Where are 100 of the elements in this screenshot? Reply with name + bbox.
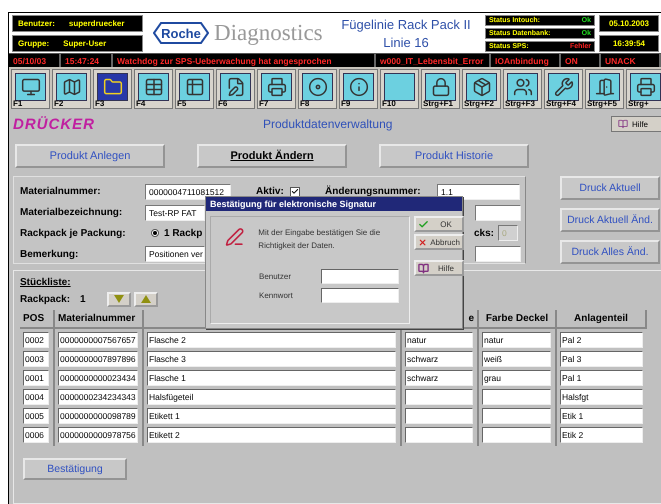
field-label: Rackpack: bbox=[20, 294, 72, 304]
tab[interactable]: Produkt Historie bbox=[379, 144, 529, 168]
column-header: Materialnummer bbox=[55, 310, 142, 329]
function-key-button[interactable]: Strg+F4 bbox=[544, 69, 583, 109]
function-key-button[interactable]: F4 bbox=[134, 69, 173, 109]
table-cell[interactable]: Etikett 2 bbox=[147, 427, 396, 443]
tab[interactable]: Produkt Ändern bbox=[197, 144, 347, 168]
wrench-icon bbox=[554, 77, 574, 97]
function-key-button[interactable]: F10 bbox=[380, 69, 419, 109]
table-cell[interactable]: Flasche 1 bbox=[147, 370, 396, 386]
group-display: Gruppe: Super-User bbox=[12, 34, 143, 52]
field-label: Materialnummer: bbox=[20, 186, 102, 198]
field-label: Kennwort bbox=[259, 290, 294, 300]
input-field[interactable]: Positionen ver bbox=[145, 246, 205, 262]
printer-icon bbox=[266, 77, 286, 97]
function-key-button[interactable]: F5 bbox=[175, 69, 214, 109]
table-cell[interactable] bbox=[482, 408, 551, 424]
dialog-title: Bestätigung für elektronische Signatur bbox=[206, 197, 462, 211]
table-cell[interactable]: Halsfgt bbox=[560, 389, 643, 405]
table-cell[interactable]: 0000000000023434 bbox=[58, 370, 138, 386]
checkbox[interactable] bbox=[290, 186, 300, 197]
table-cell[interactable]: 0002 bbox=[23, 332, 49, 348]
function-key-button[interactable]: F9 bbox=[339, 69, 378, 109]
function-key-button[interactable]: F8 bbox=[298, 69, 337, 109]
table-cell[interactable]: Pal 1 bbox=[560, 370, 643, 386]
function-key-button[interactable]: Strg+F2 bbox=[462, 69, 501, 109]
table-cell[interactable]: Flasche 2 bbox=[147, 332, 396, 348]
table-cell[interactable]: schwarz bbox=[405, 351, 473, 367]
tab[interactable]: Produkt Anlegen bbox=[15, 144, 165, 168]
print-button[interactable]: Druck Aktuell Änd. bbox=[560, 208, 660, 232]
input-field[interactable] bbox=[321, 288, 399, 303]
column-header: POS bbox=[20, 310, 53, 329]
dialog-button[interactable]: Abbruch bbox=[414, 234, 464, 250]
print-button[interactable]: Druck Aktuell bbox=[560, 176, 660, 200]
table-cell[interactable] bbox=[482, 389, 551, 405]
brand-logo: DRÜCKER bbox=[13, 116, 96, 132]
table-cell[interactable]: weiß bbox=[482, 351, 551, 367]
function-key-button[interactable]: Strg+ bbox=[626, 69, 661, 109]
field-label: Rackpack je Packung: bbox=[20, 228, 127, 239]
table-cell[interactable]: 0000000007897896 bbox=[58, 351, 138, 367]
line-title: Fügelinie Rack Pack II bbox=[341, 16, 471, 32]
table-cell[interactable]: schwarz bbox=[405, 370, 473, 386]
print-button[interactable]: Druck Alles Änd. bbox=[560, 240, 660, 264]
check-icon bbox=[418, 218, 429, 230]
table-cell[interactable]: 0000000000098789 bbox=[58, 408, 138, 424]
disc-icon bbox=[308, 77, 328, 97]
table-cell[interactable] bbox=[405, 408, 473, 424]
logo-badge: Roche bbox=[153, 21, 209, 45]
table-cell[interactable]: 0000000000978756 bbox=[58, 427, 138, 443]
input-field[interactable] bbox=[475, 204, 521, 221]
table-cell[interactable] bbox=[405, 427, 473, 443]
confirm-button[interactable]: Bestätigung bbox=[23, 458, 127, 480]
table-cell[interactable]: 0003 bbox=[23, 351, 49, 367]
monitor-icon bbox=[20, 77, 40, 97]
info-icon bbox=[348, 77, 368, 97]
input-field[interactable] bbox=[321, 268, 399, 284]
table-cell[interactable] bbox=[482, 427, 551, 443]
function-key-button[interactable]: F1 bbox=[11, 69, 50, 109]
function-key-button[interactable]: Strg+F1 bbox=[421, 69, 460, 109]
input-field[interactable]: 0000004711081512 bbox=[145, 184, 231, 200]
table-cell[interactable]: Etik 2 bbox=[560, 427, 643, 443]
field-label: Aktiv: bbox=[256, 186, 285, 198]
table-cell[interactable]: Etik 1 bbox=[560, 408, 643, 424]
table-cell[interactable]: 0005 bbox=[23, 408, 49, 424]
input-field[interactable] bbox=[475, 246, 521, 262]
table-cell[interactable]: 0000000007567657 bbox=[58, 332, 138, 348]
rackpack-value: 1 bbox=[79, 294, 87, 304]
help-button[interactable]: Hilfe bbox=[611, 116, 661, 132]
folder-icon bbox=[102, 77, 122, 97]
dialog-button[interactable]: OK bbox=[414, 216, 464, 232]
function-key-button[interactable]: Strg+F3 bbox=[503, 69, 542, 109]
package-icon bbox=[472, 77, 492, 97]
table-cell[interactable]: Halsfügeteil bbox=[147, 389, 396, 405]
radio-label: 1 Rackp bbox=[164, 228, 204, 239]
table-cell[interactable]: 0001 bbox=[23, 370, 49, 386]
input-field[interactable]: Test-RP FAT bbox=[145, 204, 205, 221]
table-cell[interactable]: grau bbox=[482, 370, 551, 386]
table-cell[interactable]: natur bbox=[405, 332, 473, 348]
function-key-button[interactable]: Strg+F5 bbox=[585, 69, 624, 109]
table-cell[interactable]: Pal 2 bbox=[560, 332, 643, 348]
down-button[interactable] bbox=[107, 292, 131, 306]
table-cell[interactable]: 0004 bbox=[23, 389, 49, 405]
time-display: 16:39:54 bbox=[599, 34, 659, 52]
function-key-button[interactable]: F2 bbox=[52, 69, 91, 109]
function-key-button[interactable]: F7 bbox=[257, 69, 296, 109]
function-key-button[interactable]: F3 bbox=[93, 69, 132, 109]
field-label: Materialbezeichnung: bbox=[20, 207, 124, 218]
dialog-button[interactable]: Hilfe bbox=[414, 260, 464, 276]
table-cell[interactable]: natur bbox=[482, 332, 551, 348]
table-cell[interactable]: 0000000234234343 bbox=[58, 389, 138, 405]
table-cell[interactable]: Flasche 3 bbox=[147, 351, 396, 367]
table-cell[interactable]: 0006 bbox=[23, 427, 49, 443]
input-field[interactable]: 1.1 bbox=[437, 184, 520, 200]
table-cell[interactable]: Etikett 1 bbox=[147, 408, 396, 424]
function-key-button[interactable]: F6 bbox=[216, 69, 255, 109]
table-cell[interactable] bbox=[405, 389, 473, 405]
table-cell[interactable]: Pal 3 bbox=[560, 351, 643, 367]
radio-button[interactable] bbox=[151, 229, 159, 238]
up-button[interactable] bbox=[134, 292, 158, 306]
date-display: 05.10.2003 bbox=[599, 14, 659, 32]
